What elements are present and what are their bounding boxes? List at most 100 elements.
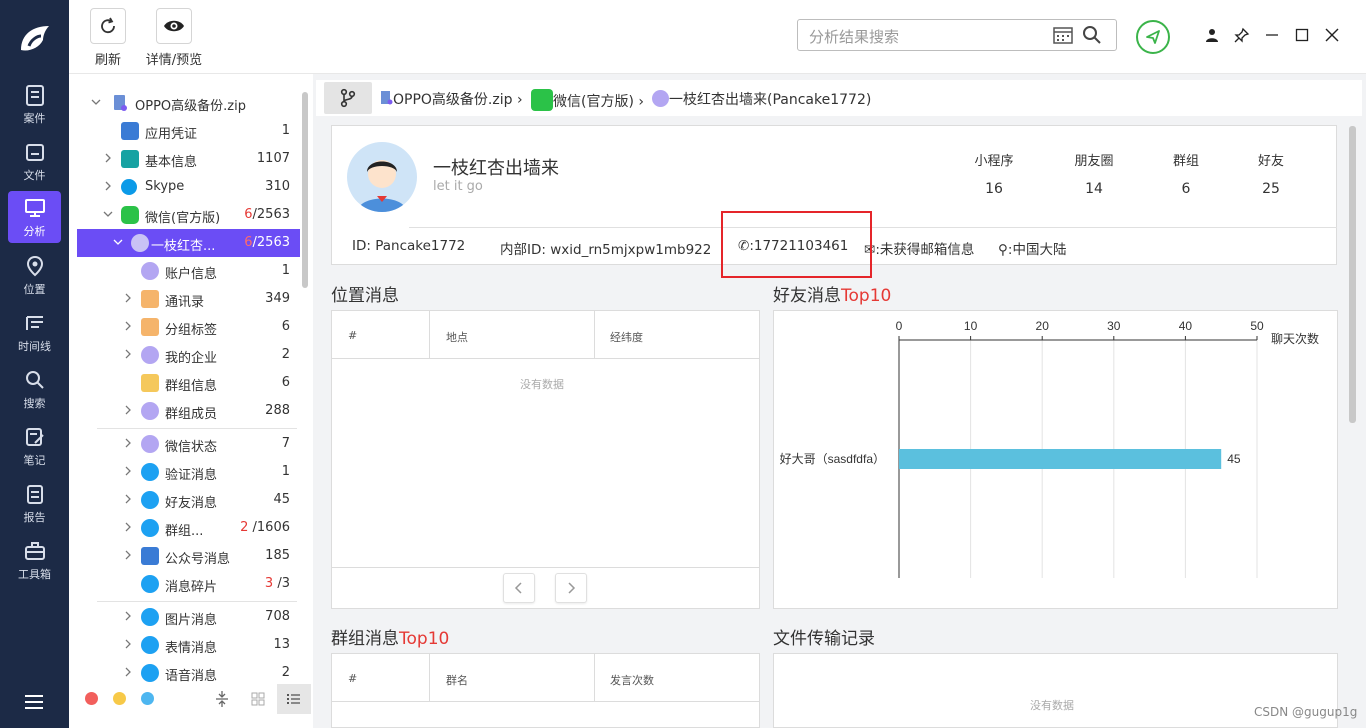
tree-item[interactable]: 基本信息 1107 xyxy=(77,145,300,173)
stat-groups[interactable]: 群组 6 xyxy=(1151,150,1221,197)
stat-label: 朋友圈 xyxy=(1074,154,1114,169)
yellow-dot-filter[interactable] xyxy=(113,692,126,705)
list-view-icon[interactable] xyxy=(277,684,311,714)
red-dot-filter[interactable] xyxy=(85,692,98,705)
grid-view-icon[interactable] xyxy=(251,691,265,710)
nav-notes[interactable]: 笔记 xyxy=(0,418,69,474)
tree-item[interactable]: 分组标签 6 xyxy=(77,313,300,341)
column-header[interactable]: 经纬度 xyxy=(610,329,643,345)
tree-item[interactable]: 群组... 2 /1606 xyxy=(77,514,300,542)
nav-file[interactable]: 文件 xyxy=(0,133,69,189)
minimize-icon[interactable] xyxy=(1263,26,1281,44)
chevron-right-icon[interactable] xyxy=(123,465,133,476)
breadcrumb-item[interactable]: 微信(官方版) › xyxy=(531,89,644,111)
tree-item[interactable]: 应用凭证 1 xyxy=(77,117,300,145)
tree-item[interactable]: 微信状态 7 xyxy=(77,430,300,458)
refresh-button[interactable]: 刷新 xyxy=(90,8,126,68)
prev-page-button[interactable] xyxy=(503,573,535,603)
chevron-right-icon[interactable] xyxy=(123,292,133,303)
calendar-icon[interactable] xyxy=(1053,26,1073,48)
profile-email: ✉:未获得邮箱信息 xyxy=(864,242,975,258)
nav-timeline[interactable]: 时间线 xyxy=(0,304,69,360)
top-toolbar: 刷新 详情/预览 分析结果搜索 xyxy=(69,0,1366,74)
tree-item[interactable]: 好友消息 45 xyxy=(77,486,300,514)
detail-preview-button[interactable]: 详情/预览 xyxy=(141,8,207,68)
breadcrumb-item[interactable]: OPPO高级备份.zip › xyxy=(379,89,523,109)
tree-item-label: 基本信息 xyxy=(145,155,198,170)
next-page-button[interactable] xyxy=(555,573,587,603)
tree-root[interactable]: OPPO高级备份.zip xyxy=(77,89,300,117)
content-scrollbar[interactable] xyxy=(1349,126,1356,423)
nav-report[interactable]: 报告 xyxy=(0,475,69,531)
chevron-down-icon[interactable] xyxy=(103,208,113,218)
map-pin-icon xyxy=(23,254,47,278)
stat-mini-program[interactable]: 小程序 16 xyxy=(959,150,1029,197)
column-header[interactable]: # xyxy=(348,672,357,685)
nav-toolbox[interactable]: 工具箱 xyxy=(0,532,69,588)
chevron-right-icon[interactable] xyxy=(123,521,133,532)
tree-divider xyxy=(97,428,297,429)
column-divider xyxy=(594,654,595,701)
tree-item[interactable]: 微信(官方版) 6/2563 xyxy=(77,201,300,229)
branch-button[interactable] xyxy=(324,82,372,114)
menu-icon[interactable] xyxy=(24,694,44,710)
tree-item[interactable]: 公众号消息 185 xyxy=(77,542,300,570)
chevron-right-icon[interactable] xyxy=(123,348,133,359)
tree-item-count: 6/2563 xyxy=(244,235,290,250)
nav-analysis[interactable]: 分析 xyxy=(8,191,61,243)
tree-item[interactable]: 表情消息 13 xyxy=(77,631,300,659)
pin-icon[interactable] xyxy=(1233,26,1251,44)
nav-case[interactable]: 案件 xyxy=(0,76,69,132)
chevron-right-icon[interactable] xyxy=(123,320,133,331)
chevron-right-icon[interactable] xyxy=(123,638,133,649)
user-icon[interactable] xyxy=(1203,26,1221,44)
column-header[interactable]: 发言次数 xyxy=(610,672,654,688)
chevron-right-icon[interactable] xyxy=(123,493,133,504)
tree-item[interactable]: 消息碎片 3 /3 xyxy=(77,570,300,598)
group-section-title: 群组消息Top10 xyxy=(331,629,450,649)
tree-item[interactable]: Skype 310 xyxy=(77,173,300,201)
column-header[interactable]: 地点 xyxy=(446,329,468,345)
tree-item[interactable]: 验证消息 1 xyxy=(77,458,300,486)
tree-item-selected[interactable]: 一枝红杏... 6/2563 xyxy=(77,229,300,257)
chevron-right-icon[interactable] xyxy=(123,549,133,560)
tree-item[interactable]: 语音消息 2 xyxy=(77,659,300,687)
nav-file-label: 文件 xyxy=(23,168,46,182)
stat-moments[interactable]: 朋友圈 14 xyxy=(1059,150,1129,197)
tree-item-count: 708 xyxy=(265,609,290,624)
breadcrumb-item[interactable]: 一枝红杏出墙来(Pancake1772) xyxy=(652,89,871,109)
close-icon[interactable] xyxy=(1323,26,1341,44)
nav-search[interactable]: 搜索 xyxy=(0,361,69,417)
chevron-right-icon[interactable] xyxy=(123,666,133,677)
timeline-icon xyxy=(23,311,47,335)
search-icon[interactable] xyxy=(1082,25,1102,49)
tree-item-label: 好友消息 xyxy=(165,496,218,511)
tree-item[interactable]: 通讯录 349 xyxy=(77,285,300,313)
chevron-down-icon[interactable] xyxy=(113,236,123,246)
tree-item[interactable]: 群组成员 288 xyxy=(77,397,300,425)
chevron-right-icon[interactable] xyxy=(123,437,133,448)
app-logo xyxy=(0,0,69,76)
tree-item[interactable]: 群组信息 6 xyxy=(77,369,300,397)
column-header[interactable]: 群名 xyxy=(446,672,468,688)
stat-friends[interactable]: 好友 25 xyxy=(1236,150,1306,197)
chevron-right-icon[interactable] xyxy=(123,610,133,621)
chevron-right-icon[interactable] xyxy=(103,152,113,163)
column-header[interactable]: # xyxy=(348,329,357,342)
search-input[interactable]: 分析结果搜索 xyxy=(797,19,1117,51)
tree-item[interactable]: 图片消息 708 xyxy=(77,603,300,631)
chevron-right-icon[interactable] xyxy=(123,404,133,415)
maximize-icon[interactable] xyxy=(1293,26,1311,44)
profile-signature: let it go xyxy=(433,179,483,194)
collapse-icon[interactable] xyxy=(215,690,229,712)
nav-location[interactable]: 位置 xyxy=(0,247,69,303)
send-icon[interactable] xyxy=(1136,20,1170,54)
tree-scrollbar[interactable] xyxy=(302,92,308,288)
stat-label: 群组 xyxy=(1172,154,1199,169)
chevron-down-icon[interactable] xyxy=(91,96,101,106)
stat-value: 6 xyxy=(1181,181,1191,197)
tree-item[interactable]: 我的企业 2 xyxy=(77,341,300,369)
blue-dot-filter[interactable] xyxy=(141,692,154,705)
tree-item[interactable]: 账户信息 1 xyxy=(77,257,300,285)
chevron-right-icon[interactable] xyxy=(103,180,113,191)
